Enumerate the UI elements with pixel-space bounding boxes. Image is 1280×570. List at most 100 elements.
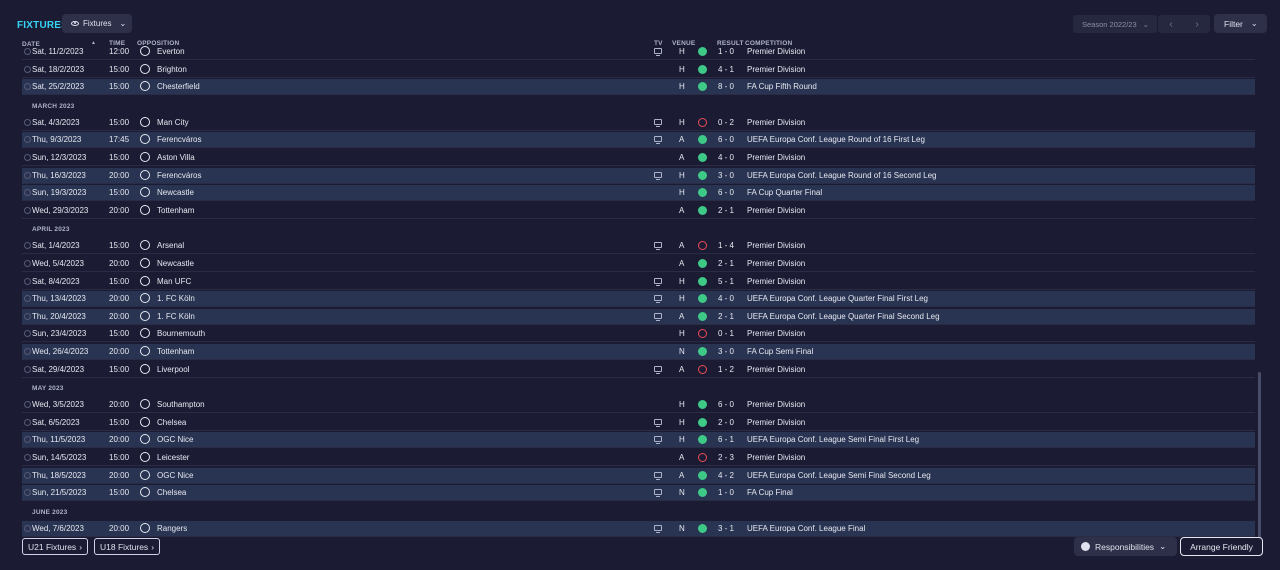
select-radio[interactable] [24, 401, 31, 409]
fixture-competition[interactable]: Premier Division [747, 206, 805, 215]
fixture-row[interactable]: Sun, 12/3/2023 15:00 Aston Villa A 4 - 0 Prem… [22, 150, 1255, 166]
fixture-competition[interactable]: UEFA Europa Conf. League Semi Final Seco… [747, 471, 931, 480]
fixture-competition[interactable]: Premier Division [747, 65, 805, 74]
select-radio[interactable] [24, 48, 31, 55]
fixture-row[interactable]: Sat, 25/2/2023 15:00 Chesterfield H 8 - 0 FA … [22, 79, 1255, 96]
filter-button[interactable]: Filter ⌄ [1214, 14, 1267, 33]
fixture-result[interactable]: 4 - 2 [718, 471, 734, 480]
fixture-row[interactable]: Thu, 16/3/2023 20:00 Ferencváros H 3 - 0 UEFA… [22, 167, 1255, 184]
arrange-friendly-button[interactable]: Arrange Friendly [1180, 537, 1263, 556]
fixture-row[interactable]: Sat, 8/4/2023 15:00 Man UFC H 5 - 1 Premier D… [22, 274, 1255, 290]
opposition-name[interactable]: Chelsea [157, 418, 186, 427]
fixture-competition[interactable]: Premier Division [747, 277, 805, 286]
fixture-row[interactable]: Sat, 1/4/2023 15:00 Arsenal A 1 - 4 Premier D… [22, 238, 1255, 255]
fixture-competition[interactable]: Premier Division [747, 418, 805, 427]
fixture-row[interactable]: Sun, 19/3/2023 15:00 Newcastle H 6 - 0 FA Cup… [22, 185, 1255, 202]
select-radio[interactable] [24, 524, 31, 532]
fixture-result[interactable]: 3 - 0 [718, 171, 734, 180]
fixture-competition[interactable]: FA Cup Fifth Round [747, 82, 817, 91]
select-radio[interactable] [24, 171, 31, 179]
fixture-result[interactable]: 3 - 1 [718, 524, 734, 533]
u18-fixtures-button[interactable]: U18 Fixtures › [94, 538, 161, 555]
scrollbar[interactable] [1258, 372, 1261, 538]
select-radio[interactable] [24, 295, 31, 303]
opposition-name[interactable]: Leicester [157, 453, 189, 462]
fixture-competition[interactable]: Premier Division [747, 47, 805, 56]
opposition-name[interactable]: Newcastle [157, 188, 194, 197]
fixture-row[interactable]: Sun, 21/5/2023 15:00 Chelsea N 1 - 0 FA Cup F… [22, 485, 1255, 502]
chevron-right-icon[interactable]: › [1195, 19, 1198, 30]
opposition-name[interactable]: Bournemouth [157, 329, 205, 338]
select-radio[interactable] [24, 436, 31, 444]
fixture-competition[interactable]: UEFA Europa Conf. League Round of 16 Fir… [747, 135, 925, 144]
fixture-result[interactable]: 1 - 0 [718, 47, 734, 56]
fixture-result[interactable]: 3 - 0 [718, 347, 734, 356]
select-radio[interactable] [24, 348, 31, 355]
opposition-name[interactable]: Man UFC [157, 277, 191, 286]
select-radio[interactable] [24, 136, 31, 144]
fixture-row[interactable]: Wed, 26/4/2023 20:00 Tottenham N 3 - 0 FA Cup… [22, 344, 1255, 360]
select-radio[interactable] [24, 418, 31, 426]
fixture-result[interactable]: 6 - 0 [718, 135, 734, 144]
season-dropdown[interactable]: Season 2022/23 ⌄ [1073, 15, 1157, 33]
opposition-name[interactable]: Brighton [157, 65, 187, 74]
fixture-result[interactable]: 6 - 1 [718, 435, 734, 444]
fixture-row[interactable]: Wed, 29/3/2023 20:00 Tottenham A 2 - 1 Premie… [22, 203, 1255, 219]
fixture-result[interactable]: 2 - 1 [718, 259, 734, 268]
fixture-result[interactable]: 2 - 3 [718, 453, 734, 462]
fixture-result[interactable]: 0 - 2 [718, 118, 734, 127]
select-radio[interactable] [24, 312, 31, 320]
fixture-row[interactable]: Wed, 3/5/2023 20:00 Southampton H 6 - 0 Premi… [22, 397, 1255, 414]
select-radio[interactable] [24, 65, 31, 73]
fixture-result[interactable]: 2 - 1 [718, 206, 734, 215]
opposition-name[interactable]: Rangers [157, 524, 187, 533]
fixture-competition[interactable]: UEFA Europa Conf. League Semi Final Firs… [747, 435, 919, 444]
select-radio[interactable] [24, 277, 31, 285]
fixture-result[interactable]: 2 - 1 [718, 312, 734, 321]
select-radio[interactable] [24, 365, 31, 373]
select-radio[interactable] [24, 260, 31, 267]
fixture-competition[interactable]: FA Cup Final [747, 488, 793, 497]
select-radio[interactable] [24, 454, 31, 461]
fixture-row[interactable]: Sat, 18/2/2023 15:00 Brighton H 4 - 1 Premier… [22, 62, 1255, 78]
fixture-result[interactable]: 0 - 1 [718, 329, 734, 338]
fixture-competition[interactable]: Premier Division [747, 329, 805, 338]
opposition-name[interactable]: Liverpool [157, 365, 189, 374]
opposition-name[interactable]: Aston Villa [157, 153, 195, 162]
opposition-name[interactable]: 1. FC Köln [157, 294, 195, 303]
fixture-result[interactable]: 6 - 0 [718, 400, 734, 409]
opposition-name[interactable]: 1. FC Köln [157, 312, 195, 321]
fixture-competition[interactable]: Premier Division [747, 400, 805, 409]
fixture-result[interactable]: 2 - 0 [718, 418, 734, 427]
fixture-result[interactable]: 8 - 0 [718, 82, 734, 91]
fixture-list[interactable]: Sat, 11/2/2023 12:00 Everton H 1 - 0 Premier … [22, 44, 1255, 538]
fixture-competition[interactable]: Premier Division [747, 259, 805, 268]
fixture-row[interactable]: Wed, 7/6/2023 20:00 Rangers N 3 - 1 UEFA Euro… [22, 520, 1255, 537]
select-radio[interactable] [24, 471, 31, 479]
select-radio[interactable] [24, 330, 31, 338]
fixture-competition[interactable]: Premier Division [747, 453, 805, 462]
opposition-name[interactable]: Newcastle [157, 259, 194, 268]
fixture-row[interactable]: Thu, 13/4/2023 20:00 1. FC Köln H 4 - 0 UEFA … [22, 291, 1255, 308]
fixture-result[interactable]: 6 - 0 [718, 188, 734, 197]
fixture-row[interactable]: Sat, 6/5/2023 15:00 Chelsea H 2 - 0 Premier D… [22, 415, 1255, 431]
select-radio[interactable] [24, 242, 31, 250]
opposition-name[interactable]: Tottenham [157, 206, 194, 215]
chevron-left-icon[interactable]: ‹ [1169, 19, 1172, 30]
fixture-result[interactable]: 1 - 0 [718, 488, 734, 497]
fixture-competition[interactable]: FA Cup Semi Final [747, 347, 813, 356]
fixture-row[interactable]: Sat, 11/2/2023 12:00 Everton H 1 - 0 Premier … [22, 44, 1255, 60]
u21-fixtures-button[interactable]: U21 Fixtures › [22, 538, 89, 555]
view-dropdown[interactable]: Fixtures ⌄ [62, 14, 132, 33]
opposition-name[interactable]: Everton [157, 47, 185, 56]
opposition-name[interactable]: Chesterfield [157, 82, 200, 91]
fixture-competition[interactable]: UEFA Europa Conf. League Final [747, 524, 865, 533]
fixture-competition[interactable]: UEFA Europa Conf. League Quarter Final F… [747, 294, 928, 303]
fixture-competition[interactable]: Premier Division [747, 153, 805, 162]
select-radio[interactable] [24, 154, 31, 161]
fixture-competition[interactable]: Premier Division [747, 365, 805, 374]
fixture-row[interactable]: Thu, 18/5/2023 20:00 OGC Nice A 4 - 2 UEFA Eu… [22, 467, 1255, 484]
fixture-competition[interactable]: Premier Division [747, 241, 805, 250]
opposition-name[interactable]: Arsenal [157, 241, 184, 250]
fixture-row[interactable]: Sat, 29/4/2023 15:00 Liverpool A 1 - 2 Premie… [22, 362, 1255, 378]
